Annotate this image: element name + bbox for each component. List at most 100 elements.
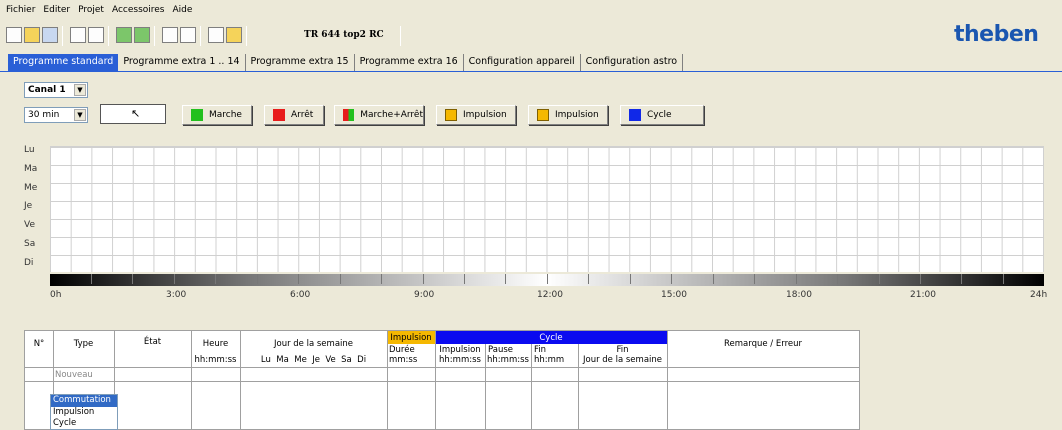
tab-programme-extra-1-14[interactable]: Programme extra 1 .. 14 — [118, 54, 246, 71]
device-title: TR 644 top2 RC — [304, 30, 384, 40]
hour-tick — [423, 274, 424, 284]
pointer-tool[interactable]: ↖ — [100, 104, 166, 124]
header-fin-jour: Fin — [616, 345, 629, 355]
hour-tick — [920, 274, 921, 284]
tab-programme-standard[interactable]: Programme standard — [8, 54, 119, 71]
day-label-di: Di — [24, 258, 34, 268]
hour-tick — [215, 274, 216, 284]
hour-tick — [1003, 274, 1004, 284]
header-fin-format: hh:mm — [534, 355, 565, 365]
impulsion-button-1[interactable]: Impulsion — [436, 105, 516, 125]
marche-button[interactable]: Marche — [182, 105, 252, 125]
hour-tick — [132, 274, 133, 284]
type-option-impulsion[interactable]: Impulsion — [51, 407, 117, 419]
impulsion-label-2: Impulsion — [555, 110, 599, 120]
type-option-cycle[interactable]: Cycle — [51, 418, 117, 430]
download-icon[interactable] — [134, 27, 150, 43]
new-row-cell[interactable]: Nouveau — [55, 370, 93, 380]
marche-label: Marche — [209, 110, 242, 120]
print-preview-icon[interactable] — [88, 27, 104, 43]
hour-label-3: 3:00 — [166, 290, 187, 300]
week-schedule-grid[interactable] — [50, 146, 1044, 272]
hour-tick — [298, 274, 299, 284]
marche-arret-button[interactable]: Marche+Arrêt — [334, 105, 424, 125]
menu-projet[interactable]: Projet — [78, 5, 104, 15]
print-icon[interactable] — [70, 27, 86, 43]
arret-label: Arrêt — [291, 110, 314, 120]
channel-select[interactable]: Canal 1 ▼ — [24, 82, 88, 98]
blue-swatch-icon — [629, 109, 641, 121]
cursor-icon: ↖ — [131, 107, 141, 120]
header-cycle: Cycle — [539, 333, 563, 343]
header-type: Type — [73, 339, 94, 349]
refresh-icon[interactable] — [180, 27, 196, 43]
hour-label-12: 12:00 — [537, 290, 563, 300]
marche-arret-label: Marche+Arrêt — [360, 110, 423, 120]
menu-accessoires[interactable]: Accessoires — [112, 5, 165, 15]
header-cycle-impulsion: Impulsion — [439, 345, 481, 355]
toolbar-separator — [246, 26, 247, 46]
menu-editer[interactable]: Editer — [43, 5, 70, 15]
impulsion-label-1: Impulsion — [463, 110, 507, 120]
sort-icon[interactable] — [162, 27, 178, 43]
header-no: N° — [33, 339, 45, 349]
hour-tick — [796, 274, 797, 284]
hour-label-6: 6:00 — [290, 290, 311, 300]
open-folder-icon[interactable] — [24, 27, 40, 43]
hour-tick — [961, 274, 962, 284]
menu-aide[interactable]: Aide — [173, 5, 193, 15]
hour-tick — [340, 274, 341, 284]
day-label-me: Me — [24, 183, 38, 193]
cycle-label: Cycle — [647, 110, 672, 120]
theben-logo: theben — [954, 22, 1039, 47]
hour-tick — [547, 274, 548, 284]
hour-tick — [671, 274, 672, 284]
hour-tick — [630, 274, 631, 284]
hour-label-0: 0h — [50, 290, 62, 300]
hour-label-18: 18:00 — [786, 290, 812, 300]
user-icon[interactable] — [226, 27, 242, 43]
hour-label-24: 24h — [1030, 290, 1048, 300]
menu-fichier[interactable]: Fichier — [6, 5, 35, 15]
impulsion-button-2[interactable]: Impulsion — [528, 105, 608, 125]
arret-button[interactable]: Arrêt — [264, 105, 324, 125]
day-label-je: Je — [24, 201, 33, 211]
new-file-icon[interactable] — [6, 27, 22, 43]
tab-bar: Programme standard Programme extra 1 .. … — [8, 54, 684, 71]
impulse-pulse-icon — [537, 109, 549, 121]
hour-tick — [91, 274, 92, 284]
header-cycle-impulsion-format: hh:mm:ss — [439, 355, 481, 365]
header-fin-jour-sub: Jour de la semaine — [582, 355, 662, 365]
tab-programme-extra-15[interactable]: Programme extra 15 — [245, 54, 355, 71]
toolbar-separator — [154, 26, 155, 46]
day-label-lu: Lu — [24, 145, 35, 155]
interval-select[interactable]: 30 min ▼ — [24, 107, 88, 123]
toolbar-separator — [400, 26, 401, 46]
header-impulsion: Impulsion — [390, 333, 432, 343]
header-jour: Jour de la semaine — [273, 339, 353, 349]
hour-tick — [464, 274, 465, 284]
header-duree-format: mm:ss — [389, 355, 418, 365]
chevron-down-icon[interactable]: ▼ — [74, 109, 86, 121]
toolbar-separator — [108, 26, 109, 46]
tab-configuration-appareil[interactable]: Configuration appareil — [463, 54, 581, 71]
type-option-commutation[interactable]: Commutation — [51, 395, 117, 407]
tab-configuration-astro[interactable]: Configuration astro — [580, 54, 684, 71]
day-label-ve: Ve — [24, 220, 35, 230]
save-icon[interactable] — [42, 27, 58, 43]
header-remarque: Remarque / Erreur — [723, 339, 802, 349]
hour-tick — [713, 274, 714, 284]
cycle-button[interactable]: Cycle — [620, 105, 704, 125]
row-divider — [25, 381, 859, 382]
schedule-table: N° Type État Heure hh:mm:ss Jour de la s… — [24, 330, 860, 430]
upload-icon[interactable] — [116, 27, 132, 43]
device-icon[interactable] — [208, 27, 224, 43]
hour-label-21: 21:00 — [910, 290, 936, 300]
toolbar-separator — [200, 26, 201, 46]
type-dropdown-list[interactable]: Commutation Impulsion Cycle — [50, 394, 118, 430]
chevron-down-icon[interactable]: ▼ — [74, 84, 86, 96]
red-swatch-icon — [273, 109, 285, 121]
day-label-sa: Sa — [24, 239, 36, 249]
hour-label-15: 15:00 — [661, 290, 687, 300]
tab-programme-extra-16[interactable]: Programme extra 16 — [354, 54, 464, 71]
